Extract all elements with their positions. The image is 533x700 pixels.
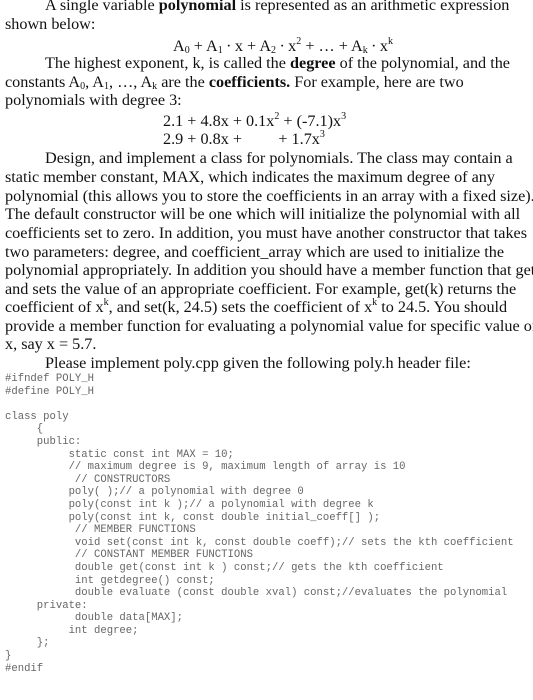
design-line-4: The default constructor will be one whic…	[5, 205, 521, 223]
intro-line-2: shown below:	[5, 15, 96, 33]
code-line: // CONSTANT MEMBER FUNCTIONS	[5, 549, 253, 562]
code-line: class poly	[5, 410, 69, 423]
degree-line-3: polynomials with degree 3:	[5, 91, 182, 109]
text-fragment: A	[173, 37, 185, 55]
code-line: #endif	[5, 662, 44, 675]
text-fragment: 3	[319, 129, 325, 140]
text-fragment: , and set(k, 24.5) sets the coefficient …	[108, 298, 373, 316]
term-degree: degree	[290, 54, 336, 72]
text-fragment: constants A	[5, 73, 81, 91]
design-line-5: coefficients set to zero. In addition, y…	[5, 224, 528, 242]
example-polynomial-1: 2.1 + 4.8x + 0.1x2 + (-7.1)x3	[163, 111, 347, 131]
design-line-10: provide a member function for evaluating…	[5, 317, 533, 335]
term-coefficients: coefficients.	[208, 73, 291, 91]
design-line-7: polynomial appropriately. In addition yo…	[5, 261, 533, 279]
text-fragment: , …, A	[108, 73, 153, 91]
design-line-6: two parameters: degree, and coefficient_…	[5, 243, 505, 261]
code-line: private:	[5, 599, 88, 612]
code-line: void set(const int k, const double coeff…	[5, 536, 514, 549]
code-line: double data[MAX];	[5, 612, 184, 625]
design-line-9: coefficient of xk, and set(k, 24.5) sets…	[5, 298, 508, 317]
header-code-block: #ifndef POLY_H #define POLY_Hclass poly {…	[5, 373, 514, 675]
code-line: poly(const int k, const double initial_c…	[5, 511, 381, 524]
design-line-11: x, say x = 5.7.	[5, 335, 97, 353]
code-line: // CONSTRUCTORS	[5, 473, 171, 486]
text-fragment: of the polynomial, and the	[335, 54, 510, 72]
code-line: static const int MAX = 10;	[5, 448, 234, 461]
degree-line-2: constants A0, A1, …, Ak are the coeffici…	[5, 73, 464, 92]
text-fragment: +	[189, 37, 207, 55]
code-line: #define POLY_H	[5, 385, 95, 398]
code-line: // MEMBER FUNCTIONS	[5, 524, 196, 537]
general-formula: A0 + A1 ∙ x + A2 ∙ x2 + … + Ak ∙ xk	[173, 36, 393, 56]
degree-line-1: The highest exponent, k, is called the d…	[45, 54, 510, 72]
text-fragment: 2.9 + 0.8x + + 1.7x	[163, 130, 320, 148]
text-fragment: A	[206, 37, 218, 55]
text-fragment: ∙ x	[367, 37, 388, 55]
code-line: {	[5, 423, 44, 436]
text-fragment: 2.1 + 4.8x + 0.1x	[163, 112, 275, 130]
text-fragment: coefficient of x	[5, 298, 104, 316]
code-line: poly( );// a polynomial with degree 0	[5, 486, 304, 499]
code-line: }	[5, 650, 12, 663]
text: A single variable	[45, 0, 159, 14]
example-polynomial-2: 2.9 + 0.8x + + 1.7x3	[163, 129, 325, 149]
code-line: // maximum degree is 9, maximum length o…	[5, 461, 406, 474]
intro-line-1: A single variable polynomial is represen…	[45, 0, 509, 14]
text-fragment: + (-7.1)x	[279, 112, 342, 130]
text-fragment: are the	[157, 73, 209, 91]
text-fragment: For example, here are two	[290, 73, 464, 91]
text-fragment: to 24.5. You should	[377, 298, 508, 316]
text-fragment: A	[351, 37, 363, 55]
text-fragment: The highest exponent, k, is called the	[45, 54, 290, 72]
design-line-3: polynomial (this allows you to store the…	[5, 187, 533, 205]
term-polynomial: polynomial	[158, 0, 237, 14]
design-line-1: Design, and implement a class for polyno…	[45, 149, 513, 167]
code-line: double evaluate (const double xval) cons…	[5, 587, 508, 600]
text-fragment: ∙ x +	[222, 37, 260, 55]
text: is represented as an arithmetic expressi…	[236, 0, 510, 14]
design-line-8: and sets the value of an appropriate coe…	[5, 280, 517, 298]
code-line: int degree;	[5, 624, 139, 637]
code-line: };	[5, 637, 50, 650]
text-fragment: , A	[85, 73, 104, 91]
design-line-2: static member constant, MAX, which indic…	[5, 168, 495, 186]
text-fragment: ∙ x	[276, 37, 297, 55]
code-line: #ifndef POLY_H	[5, 373, 95, 385]
text-fragment: 3	[341, 111, 347, 122]
text-fragment: k	[387, 36, 393, 47]
instruction-line: Please implement poly.cpp given the foll…	[45, 354, 471, 372]
code-line: poly(const int k );// a polynomial with …	[5, 498, 374, 511]
text-fragment: A	[259, 37, 272, 55]
text-fragment: + … +	[301, 37, 352, 55]
code-line: public:	[5, 435, 82, 448]
code-line: double get(const int k ) const;// gets t…	[5, 561, 444, 574]
code-line: int getdegree() const;	[5, 574, 215, 587]
